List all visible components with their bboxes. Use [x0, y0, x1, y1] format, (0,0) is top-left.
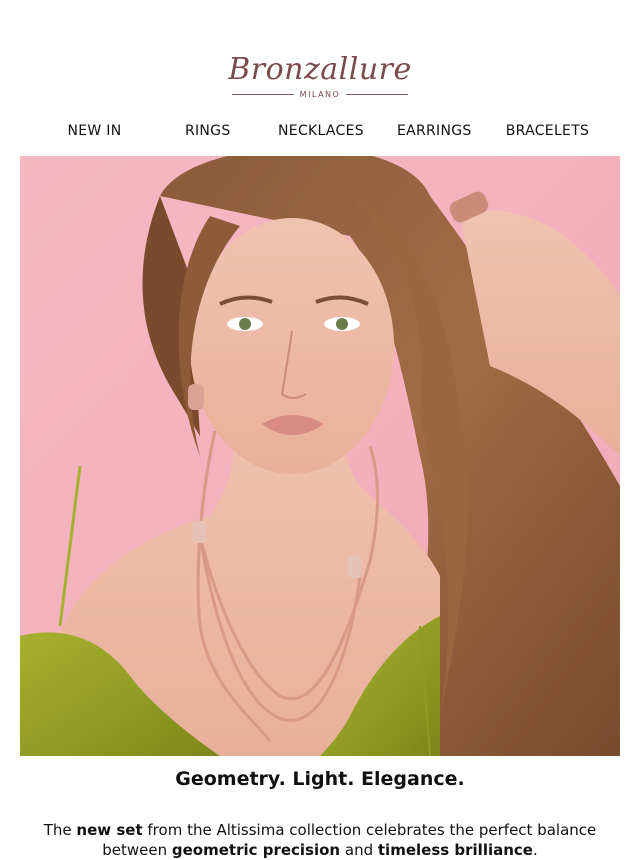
- intro-bold-timeless-brilliance: timeless brilliance: [377, 841, 533, 859]
- nav-new-in-link[interactable]: NEW IN: [38, 123, 151, 139]
- logo-divider-left: [231, 94, 294, 95]
- intro-text-3: and: [340, 841, 378, 859]
- intro-text-4: .: [532, 841, 538, 859]
- hero-illustration: [20, 156, 620, 756]
- intro-bold-new-set: new set: [76, 821, 143, 839]
- nav-earrings-link[interactable]: EARRINGS: [378, 123, 491, 139]
- nav-bracelets-link[interactable]: BRACELETS: [491, 123, 604, 139]
- nav-necklaces-link[interactable]: NECKLACES: [265, 123, 378, 139]
- brand-logo[interactable]: Bronzallure MILANO: [0, 52, 640, 114]
- intro-text-1: The: [43, 821, 77, 839]
- headline: Geometry. Light. Elegance.: [175, 768, 465, 790]
- intro-paragraph: The new set from the Altissima collectio…: [40, 820, 600, 860]
- brand-logo-subline: MILANO: [231, 90, 409, 99]
- logo-divider-right: [346, 94, 409, 95]
- intro-bold-geometric-precision: geometric precision: [171, 841, 341, 859]
- brand-logo-wordmark: Bronzallure: [228, 52, 412, 87]
- nav-rings-link[interactable]: RINGS: [151, 123, 264, 139]
- hero-image[interactable]: [20, 156, 620, 756]
- brand-logo-tagline: MILANO: [299, 90, 341, 99]
- main-navigation: NEW IN RINGS NECKLACES EARRINGS BRACELET…: [38, 120, 604, 142]
